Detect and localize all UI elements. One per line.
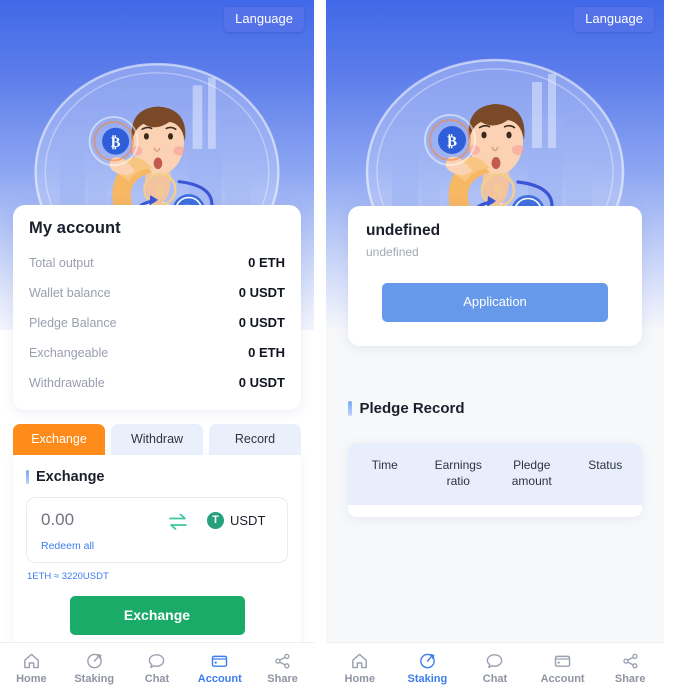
nav-item-share[interactable]: Share [251, 652, 314, 685]
nav-label-home: Home [16, 673, 47, 685]
chat-icon [485, 652, 504, 670]
table-column-earnings-ratio: Earnings ratio [434, 458, 482, 489]
nav-label-account: Account [197, 673, 242, 685]
tab-record[interactable]: Record [209, 424, 301, 455]
swap-arrows-icon[interactable] [149, 511, 207, 531]
home-icon [22, 652, 41, 670]
nav-item-account[interactable]: Account [529, 652, 597, 685]
nav-label-home: Home [344, 673, 376, 685]
staking-icon [85, 652, 104, 670]
wallet-icon [553, 652, 572, 670]
exchange-panel: Exchange 0.00 Redeem all T USDT 1ETH ≈ 3… [13, 455, 301, 651]
nav-label-chat: Chat [482, 673, 508, 685]
svg-text:$: $ [494, 181, 503, 201]
account-row-label: Wallet balance [29, 286, 111, 300]
account-row-label: Pledge Balance [29, 316, 117, 330]
info-card-subtitle: undefined [366, 245, 419, 259]
home-icon [350, 652, 369, 670]
nav-item-account[interactable]: Account [188, 652, 251, 685]
coin-selector[interactable]: T USDT [207, 511, 265, 529]
share-icon [273, 652, 292, 670]
account-row: Withdrawable 0 USDT [29, 368, 285, 398]
nav-label-staking: Staking [407, 673, 448, 685]
my-account-card: My account Total output 0 ETH Wallet bal… [13, 205, 301, 410]
account-row-value: 0 USDT [238, 315, 285, 330]
exchange-input-box: 0.00 Redeem all T USDT [26, 497, 288, 563]
tab-withdraw[interactable]: Withdraw [111, 424, 203, 455]
chat-icon [147, 652, 166, 670]
table-body-empty [348, 505, 642, 518]
svg-text:₿: ₿ [447, 134, 457, 150]
svg-text:$: $ [156, 181, 165, 200]
account-row-label: Withdrawable [29, 376, 105, 390]
tab-exchange[interactable]: Exchange [13, 424, 105, 455]
section-accent-bar [348, 401, 352, 416]
account-rows: Total output 0 ETH Wallet balance 0 USDT… [29, 248, 285, 398]
nav-item-staking[interactable]: Staking [394, 652, 462, 685]
table-header-row: Time Earnings ratio Pledge amount Status [348, 443, 642, 506]
application-button[interactable]: Application [382, 283, 608, 322]
nav-item-home[interactable]: Home [326, 652, 394, 685]
right-phone-screen: ₿ $ ₿ Language [326, 0, 664, 694]
exchange-rate-text: 1ETH ≈ 3220USDT [27, 570, 109, 582]
nav-item-staking[interactable]: Staking [63, 652, 126, 685]
coin-label: USDT [230, 513, 266, 528]
exchange-tabs-section: Exchange Withdraw Record Exchange 0.00 R… [13, 424, 301, 651]
nav-label-share: Share [267, 673, 298, 685]
info-card: undefined undefined Application [348, 206, 642, 346]
nav-item-chat[interactable]: Chat [461, 652, 529, 685]
account-row-value: 0 USDT [238, 375, 285, 390]
exchange-section-header: Exchange [26, 469, 288, 485]
nav-label-staking: Staking [74, 673, 115, 685]
wallet-icon [210, 652, 229, 670]
svg-text:₿: ₿ [111, 135, 121, 151]
language-button[interactable]: Language [574, 7, 654, 33]
account-row: Pledge Balance 0 USDT [29, 308, 285, 338]
info-card-title: undefined [366, 222, 441, 239]
share-icon [621, 652, 640, 670]
pledge-record-header: Pledge Record [348, 400, 465, 417]
left-phone-screen: ₿ $ ₿ Language [0, 0, 326, 694]
exchange-submit-button[interactable]: Exchange [69, 595, 245, 635]
bottom-navigation-left: Home Staking Chat Account Share [0, 642, 314, 694]
table-column-pledge-amount: Pledge amount [511, 458, 552, 489]
account-row-label: Total output [29, 256, 94, 270]
tab-bar: Exchange Withdraw Record [13, 424, 301, 455]
nav-label-account: Account [540, 673, 585, 685]
section-accent-bar [26, 470, 29, 484]
nav-item-share[interactable]: Share [596, 652, 664, 685]
my-account-title: My account [29, 219, 121, 237]
usdt-icon: T [207, 512, 224, 529]
pledge-record-table: Time Earnings ratio Pledge amount Status [348, 443, 642, 518]
exchange-amount-group: 0.00 Redeem all [41, 510, 149, 552]
redeem-all-link[interactable]: Redeem all [41, 540, 149, 552]
account-row: Exchangeable 0 ETH [29, 338, 285, 368]
account-row-value: 0 USDT [238, 285, 285, 300]
swap-arrows-glyph [169, 513, 187, 530]
nav-label-share: Share [614, 673, 646, 685]
table-column-status: Status [588, 458, 623, 472]
exchange-amount-input[interactable]: 0.00 [41, 510, 149, 530]
bottom-navigation-right: Home Staking Chat Account Share [326, 642, 664, 694]
nav-item-home[interactable]: Home [0, 652, 63, 685]
account-row: Wallet balance 0 USDT [29, 278, 285, 308]
language-button[interactable]: Language [224, 7, 304, 33]
exchange-section-title: Exchange [36, 469, 105, 485]
staking-icon [418, 652, 437, 670]
account-row-value: 0 ETH [248, 345, 285, 360]
account-row-label: Exchangeable [29, 346, 109, 360]
pledge-record-title: Pledge Record [359, 400, 465, 417]
nav-item-chat[interactable]: Chat [126, 652, 189, 685]
dual-screenshot-container: ₿ $ ₿ Language [0, 0, 676, 694]
table-column-time: Time [371, 458, 398, 472]
account-row-value: 0 ETH [248, 255, 285, 270]
account-row: Total output 0 ETH [29, 248, 285, 278]
nav-label-chat: Chat [144, 673, 170, 685]
